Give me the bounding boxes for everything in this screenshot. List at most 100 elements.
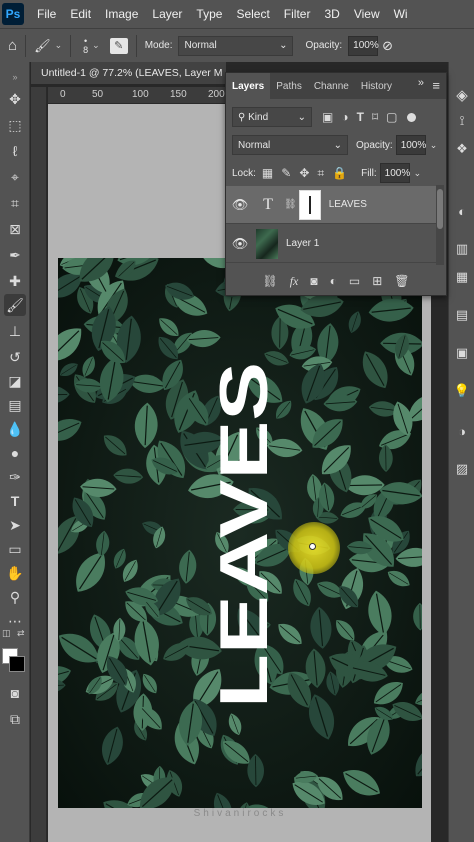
lock-artboard-icon[interactable]: ⌗ (317, 166, 324, 181)
lasso-tool-icon[interactable]: ℓ (4, 140, 26, 162)
libraries-panel-icon[interactable]: ▣ (453, 344, 471, 362)
filter-shape-icon[interactable]: ⌑ (372, 110, 378, 124)
background-color-swatch[interactable] (9, 656, 25, 672)
menu-view[interactable]: View (347, 7, 387, 21)
visibility-eye-icon[interactable]: 👁 (226, 197, 254, 213)
new-layer-icon[interactable]: ⊞ (372, 274, 382, 288)
brush-size-picker[interactable]: • 8 (83, 36, 88, 55)
brush-tool-preset-icon[interactable]: 🖌 (34, 38, 51, 54)
zoom-tool-icon[interactable]: ⚲ (4, 586, 26, 608)
collapse-arrows-icon[interactable]: » (4, 66, 26, 88)
layer-opacity-input[interactable]: 100% (395, 135, 426, 155)
chevron-down-icon[interactable]: ⌄ (430, 140, 438, 151)
filter-toggle-icon[interactable] (407, 112, 417, 122)
photoshop-logo[interactable]: Ps (2, 3, 24, 25)
lock-position-icon[interactable]: ✥ (299, 166, 309, 180)
menu-3d[interactable]: 3D (317, 7, 346, 21)
chevron-down-icon[interactable]: ⌄ (414, 168, 422, 179)
layer-row-leaves[interactable]: 👁 T ⛓ LEAVES (226, 186, 436, 224)
brush-tool-icon[interactable]: 🖌 (4, 294, 26, 316)
rectangle-tool-icon[interactable]: ▭ (4, 538, 26, 560)
filter-pixel-icon[interactable]: ▣ (322, 110, 333, 124)
mode-select[interactable]: Normal ⌄ (178, 35, 294, 56)
healing-brush-tool-icon[interactable]: ✚ (4, 270, 26, 292)
pen-tool-icon[interactable]: ✑ (4, 466, 26, 488)
type-tool-icon[interactable]: T (4, 490, 26, 512)
eyedropper-tool-icon[interactable]: ✒ (4, 244, 26, 266)
eraser-tool-icon[interactable]: ◪ (4, 370, 26, 392)
delete-layer-icon[interactable]: 🗑 (394, 274, 409, 288)
menu-filter[interactable]: Filter (277, 7, 318, 21)
menu-window[interactable]: Wi (387, 7, 415, 21)
menu-edit[interactable]: Edit (63, 7, 98, 21)
link-layers-icon[interactable]: ⛓ (262, 274, 277, 288)
marquee-tool-icon[interactable]: ⬚ (4, 114, 26, 136)
blend-mode-value: Normal (238, 139, 271, 151)
tab-channels[interactable]: Channe (308, 73, 355, 99)
panel-menu-icon[interactable]: ≡ (432, 78, 440, 93)
move-tool-icon[interactable]: ✥ (4, 88, 26, 110)
tab-layers[interactable]: Layers (226, 73, 271, 99)
pressure-opacity-icon[interactable]: ⊘ (382, 38, 393, 54)
default-colors-icon[interactable]: ◫ (2, 628, 11, 639)
preset-dropdown-icon[interactable]: ⌄ (55, 40, 63, 51)
menu-file[interactable]: File (30, 7, 63, 21)
menu-select[interactable]: Select (229, 7, 276, 21)
properties-panel-icon[interactable]: ▤ (453, 306, 471, 324)
gradients-panel-icon[interactable]: ▥ (453, 240, 471, 258)
frame-tool-icon[interactable]: ⊠ (4, 218, 26, 240)
layers-panel-icon[interactable]: ◈ (453, 86, 471, 104)
document-tab[interactable]: Untitled-1 @ 77.2% (LEAVES, Layer M (31, 62, 226, 84)
add-mask-icon[interactable]: ◙ (310, 274, 317, 288)
filter-adjustment-icon[interactable]: ◑ (341, 110, 348, 124)
opacity-input[interactable]: 100% (348, 35, 379, 56)
swap-colors-icon[interactable]: ⇄ (17, 628, 25, 639)
menu-layer[interactable]: Layer (145, 7, 189, 21)
screen-mode-icon[interactable]: ⧉ (4, 708, 26, 730)
blend-mode-select[interactable]: Normal ⌄ (232, 135, 348, 155)
tab-history[interactable]: History (355, 73, 398, 99)
quick-select-tool-icon[interactable]: ⌖ (4, 166, 26, 188)
layer-row-layer1[interactable]: 👁 Layer 1 (226, 225, 436, 263)
channels-panel-icon[interactable]: ❖ (453, 140, 471, 158)
filter-kind-select[interactable]: ⚲ Kind ⌄ (232, 107, 312, 127)
swatches-panel-icon[interactable]: ◐ (453, 202, 471, 220)
learn-panel-icon[interactable]: 💡 (453, 382, 471, 400)
link-chain-icon[interactable]: ⛓ (284, 199, 297, 210)
history-brush-tool-icon[interactable]: ↺ (4, 346, 26, 368)
menu-image[interactable]: Image (98, 7, 145, 21)
canvas-text: LEAVES (206, 362, 277, 708)
blur-tool-icon[interactable]: 💧 (4, 418, 26, 440)
dodge-tool-icon[interactable]: ● (4, 442, 26, 464)
collapse-panel-icon[interactable]: » (418, 77, 424, 89)
home-icon[interactable]: ⌂ (8, 37, 17, 54)
path-selection-tool-icon[interactable]: ➤ (4, 514, 26, 536)
tab-paths[interactable]: Paths (270, 73, 308, 99)
menu-type[interactable]: Type (189, 7, 229, 21)
layer-mask-thumbnail[interactable] (298, 189, 321, 220)
brush-settings-icon[interactable]: ✎ (109, 37, 128, 54)
layers-scrollbar[interactable] (436, 185, 444, 265)
hand-tool-icon[interactable]: ✋ (4, 562, 26, 584)
layer-effects-icon[interactable]: fx (290, 274, 299, 289)
paths-panel-icon[interactable]: ⟟ (453, 112, 471, 130)
filter-smart-object-icon[interactable]: ▢ (386, 110, 397, 124)
adjustments-panel-icon[interactable]: ◑ (453, 422, 471, 440)
fill-input[interactable]: 100% (379, 163, 410, 183)
crop-tool-icon[interactable]: ⌗ (4, 192, 26, 214)
styles-panel-icon[interactable]: ▨ (453, 460, 471, 478)
brush-size-dropdown-icon[interactable]: ⌄ (92, 40, 100, 51)
lock-image-icon[interactable]: ✎ (281, 166, 291, 180)
gradient-tool-icon[interactable]: ▤ (4, 394, 26, 416)
visibility-eye-icon[interactable]: 👁 (226, 236, 254, 252)
layers-panel-tabs: Layers Paths Channe History » ≡ (226, 73, 446, 99)
new-group-icon[interactable]: ▭ (349, 274, 360, 288)
lock-transparent-icon[interactable]: ▦ (262, 166, 273, 180)
clone-stamp-tool-icon[interactable]: ⊥ (4, 320, 26, 342)
filter-type-icon[interactable]: T (357, 110, 364, 124)
lock-all-icon[interactable]: 🔒 (332, 166, 347, 180)
scrollbar-thumb[interactable] (437, 189, 443, 229)
new-adjustment-layer-icon[interactable]: ◐ (330, 274, 337, 288)
patterns-panel-icon[interactable]: ▦ (453, 268, 471, 286)
quick-mask-icon[interactable]: ◙ (4, 682, 26, 704)
